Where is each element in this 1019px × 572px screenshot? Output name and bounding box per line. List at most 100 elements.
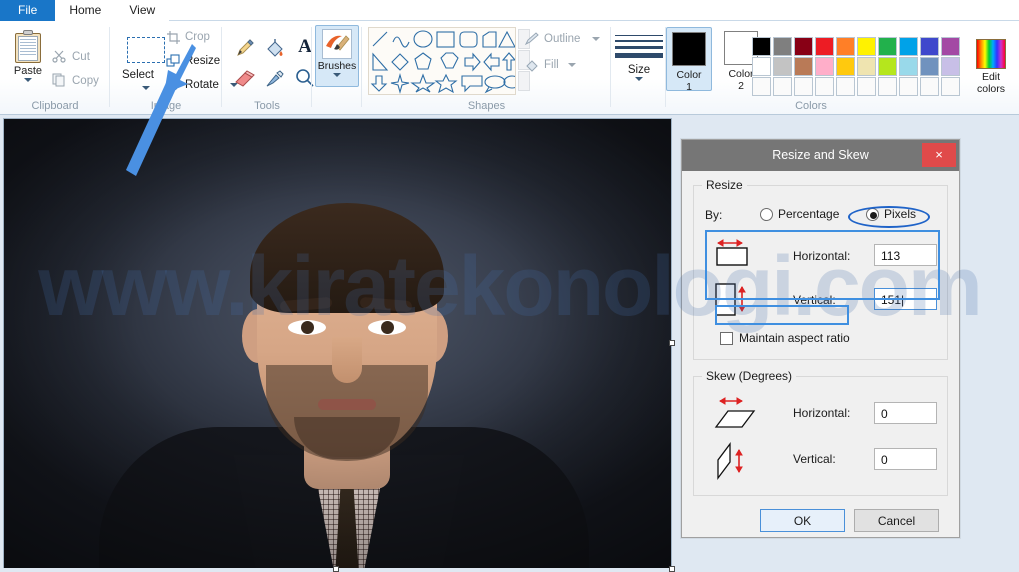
palette-swatch[interactable] bbox=[941, 57, 960, 76]
crop-label: Crop bbox=[185, 31, 210, 43]
outline-button[interactable]: Outline bbox=[524, 32, 600, 46]
copy-button[interactable]: Copy bbox=[52, 73, 99, 87]
paste-icon bbox=[13, 29, 43, 63]
palette-swatch[interactable] bbox=[941, 37, 960, 56]
palette-swatch[interactable] bbox=[773, 77, 792, 96]
statusbar bbox=[0, 568, 1019, 572]
ok-button[interactable]: OK bbox=[760, 509, 845, 532]
chevron-down-icon[interactable] bbox=[333, 73, 341, 77]
eraser-icon[interactable] bbox=[234, 67, 256, 89]
cut-button[interactable]: Cut bbox=[52, 50, 90, 63]
palette-swatch[interactable] bbox=[920, 37, 939, 56]
palette-swatch[interactable] bbox=[752, 77, 771, 96]
vertical-resize-icon bbox=[712, 281, 752, 316]
ribbon-group-tools: A Tools bbox=[222, 21, 314, 115]
image-canvas[interactable] bbox=[3, 118, 672, 571]
skew-horizontal-input[interactable]: 0 bbox=[874, 402, 937, 424]
resize-horizontal-label: Horizontal: bbox=[793, 249, 851, 263]
color1-swatch bbox=[672, 32, 706, 66]
palette-swatch[interactable] bbox=[773, 57, 792, 76]
palette-swatch[interactable] bbox=[878, 57, 897, 76]
crop-button[interactable]: Crop bbox=[167, 31, 210, 44]
pencil-icon[interactable] bbox=[234, 37, 256, 59]
color1-label: Color bbox=[676, 69, 702, 81]
palette-swatch[interactable] bbox=[836, 57, 855, 76]
palette-swatch[interactable] bbox=[752, 57, 771, 76]
paste-button[interactable]: Paste bbox=[8, 29, 48, 82]
brushes-button[interactable]: Brushes bbox=[315, 25, 359, 87]
tab-view[interactable]: View bbox=[115, 0, 170, 21]
skew-vertical-input[interactable]: 0 bbox=[874, 448, 937, 470]
ribbon-group-brushes: Brushes bbox=[312, 21, 362, 115]
palette-row bbox=[752, 57, 962, 77]
cut-label: Cut bbox=[72, 51, 90, 63]
palette-swatch[interactable] bbox=[815, 37, 834, 56]
color-picker-icon[interactable] bbox=[264, 67, 286, 89]
copy-icon bbox=[52, 73, 68, 89]
palette-swatch[interactable] bbox=[941, 77, 960, 96]
shapes-gallery[interactable] bbox=[368, 27, 521, 95]
palette-swatch[interactable] bbox=[794, 77, 813, 96]
group-label-shapes: Shapes bbox=[467, 100, 506, 112]
chevron-down-icon[interactable] bbox=[592, 37, 600, 41]
palette-swatch[interactable] bbox=[773, 37, 792, 56]
by-label: By: bbox=[705, 208, 723, 222]
fill-button[interactable]: Fill bbox=[526, 59, 576, 72]
close-icon[interactable]: × bbox=[922, 143, 956, 167]
chevron-down-icon[interactable] bbox=[635, 77, 643, 81]
horizontal-skew-icon bbox=[712, 395, 758, 431]
palette-swatch[interactable] bbox=[899, 37, 918, 56]
cancel-button[interactable]: Cancel bbox=[854, 509, 939, 532]
maintain-aspect-ratio-label: Maintain aspect ratio bbox=[739, 331, 850, 345]
palette-swatch[interactable] bbox=[794, 57, 813, 76]
palette-swatch[interactable] bbox=[878, 77, 897, 96]
resize-and-skew-dialog[interactable]: Resize and Skew × Resize By: Percentage … bbox=[681, 139, 960, 538]
palette-swatch[interactable] bbox=[920, 57, 939, 76]
vertical-skew-icon bbox=[712, 440, 758, 480]
ribbon-group-clipboard: Paste Cut Copy Clipboard bbox=[0, 21, 110, 115]
palette-swatch[interactable] bbox=[899, 57, 918, 76]
palette-swatch[interactable] bbox=[878, 37, 897, 56]
fill-label: Fill bbox=[544, 59, 559, 71]
chevron-down-icon[interactable] bbox=[24, 78, 32, 82]
brush-icon bbox=[322, 29, 352, 59]
size-button[interactable]: Size bbox=[615, 35, 663, 81]
paste-label: Paste bbox=[13, 65, 43, 77]
resize-vertical-input[interactable]: 151| bbox=[874, 288, 937, 310]
radio-percentage-label: Percentage bbox=[778, 207, 840, 221]
photo-vignette bbox=[4, 119, 671, 570]
ribbon-group-size: Size bbox=[611, 21, 666, 115]
palette-swatch[interactable] bbox=[920, 77, 939, 96]
palette-swatch[interactable] bbox=[836, 77, 855, 96]
chevron-down-icon[interactable] bbox=[568, 63, 576, 67]
tab-home[interactable]: Home bbox=[55, 0, 116, 21]
edit-colors-label-2: colors bbox=[976, 83, 1005, 95]
palette-swatch[interactable] bbox=[836, 37, 855, 56]
group-label-tools: Tools bbox=[254, 100, 280, 112]
fill-icon[interactable] bbox=[264, 37, 286, 59]
scissors-icon bbox=[52, 49, 68, 65]
resize-horizontal-input[interactable]: 113 bbox=[874, 244, 937, 266]
color-palette[interactable] bbox=[752, 37, 962, 97]
dialog-title: Resize and Skew bbox=[772, 148, 869, 162]
resize-handle-corner[interactable] bbox=[669, 566, 675, 572]
fill-bucket-icon bbox=[524, 57, 540, 76]
tab-file[interactable]: File bbox=[0, 0, 56, 21]
radio-pixels-label: Pixels bbox=[884, 207, 917, 221]
resize-handle-right[interactable] bbox=[669, 340, 675, 346]
color1-button[interactable]: Color 1 bbox=[666, 27, 712, 93]
palette-swatch[interactable] bbox=[815, 77, 834, 96]
palette-swatch[interactable] bbox=[857, 57, 876, 76]
palette-swatch[interactable] bbox=[794, 37, 813, 56]
palette-swatch[interactable] bbox=[815, 57, 834, 76]
palette-row bbox=[752, 37, 962, 57]
palette-swatch[interactable] bbox=[899, 77, 918, 96]
palette-swatch[interactable] bbox=[857, 77, 876, 96]
palette-swatch[interactable] bbox=[752, 37, 771, 56]
palette-swatch[interactable] bbox=[857, 37, 876, 56]
resize-handle-bottom[interactable] bbox=[333, 566, 339, 572]
resize-fieldset: Resize By: Percentage Pixels Horizontal:… bbox=[693, 178, 948, 360]
horizontal-resize-icon bbox=[712, 238, 752, 266]
palette-row bbox=[752, 77, 962, 97]
edit-colors-button[interactable]: Edit colors bbox=[968, 39, 1014, 95]
